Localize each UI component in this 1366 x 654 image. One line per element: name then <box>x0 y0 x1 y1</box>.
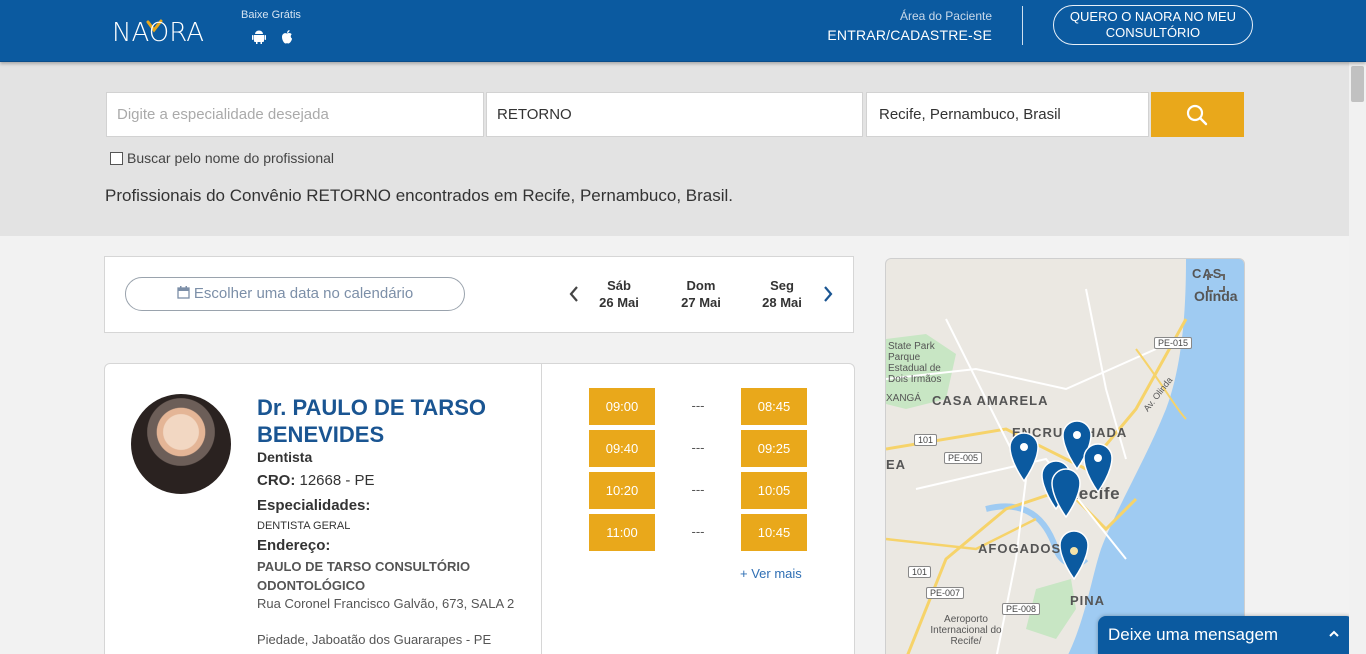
search-by-name-label: Buscar pelo nome do profissional <box>127 150 335 166</box>
slot-button[interactable]: 10:20 <box>589 472 655 509</box>
no-slot: --- <box>691 482 705 497</box>
slot-button[interactable]: 11:00 <box>589 514 655 551</box>
calendar-icon <box>177 286 190 299</box>
day-column-mon: Seg 28 Mai <box>752 277 812 311</box>
date-bar: Escolher uma data no calendário Sáb 26 M… <box>104 256 854 333</box>
login-link[interactable]: ENTRAR/CADASTRE-SE <box>827 27 992 43</box>
android-icon[interactable] <box>251 29 267 45</box>
cro-label: CRO: <box>257 472 296 489</box>
next-days-arrow[interactable] <box>821 284 835 304</box>
naora-logo[interactable]: NAORA <box>112 16 216 48</box>
top-header: NAORA Baixe Grátis Área do Paciente ENTR… <box>0 0 1366 62</box>
slot-button[interactable]: 09:25 <box>741 430 807 467</box>
search-band <box>0 62 1366 236</box>
chat-widget[interactable]: Deixe uma mensagem <box>1098 616 1354 654</box>
day-column-sat: Sáb 26 Mai <box>589 277 649 311</box>
day-weekday: Sáb <box>607 278 631 293</box>
specialties-label: Especialidades: <box>257 497 371 514</box>
day-date: 26 Mai <box>599 295 639 310</box>
day-weekday: Dom <box>686 278 716 293</box>
no-slot: --- <box>691 440 705 455</box>
search-by-name-checkbox[interactable] <box>110 151 123 165</box>
slot-button[interactable]: 10:05 <box>741 472 807 509</box>
professional-name[interactable]: Dr. PAULO DE TARSO BENEVIDES <box>257 394 537 448</box>
calendar-button-label: Escolher uma data no calendário <box>193 285 414 302</box>
slot-button[interactable]: 08:45 <box>741 388 807 425</box>
specialty-input[interactable]: Digite a especialidade desejada <box>106 92 484 137</box>
city-address: Piedade, Jaboatão dos Guararapes - PE <box>257 632 492 647</box>
cro-line: CRO: 12668 - PE <box>257 472 375 489</box>
insurance-input[interactable]: RETORNO <box>486 92 863 137</box>
page-scrollbar[interactable] <box>1349 62 1366 654</box>
street-address: Rua Coronel Francisco Galvão, 673, SALA … <box>257 596 515 611</box>
location-input[interactable]: Recife, Pernambuco, Brasil <box>866 92 1149 137</box>
prev-days-arrow[interactable] <box>567 284 581 304</box>
professional-avatar[interactable] <box>131 394 231 494</box>
scrollbar-thumb[interactable] <box>1351 66 1364 102</box>
day-date: 28 Mai <box>762 295 802 310</box>
patient-area-label: Área do Paciente <box>899 9 992 23</box>
chevron-up-icon <box>1329 630 1339 637</box>
clinic-name: PAULO DE TARSO CONSULTÓRIO ODONTOLÓGICO <box>257 559 471 593</box>
day-column-sun: Dom 27 Mai <box>671 277 731 311</box>
slot-button[interactable]: 09:00 <box>589 388 655 425</box>
header-divider <box>1022 6 1023 45</box>
search-button[interactable] <box>1151 92 1244 137</box>
day-weekday: Seg <box>770 278 794 293</box>
chat-label: Deixe uma mensagem <box>1108 625 1279 644</box>
search-by-name-option[interactable]: Buscar pelo nome do profissional <box>110 150 334 166</box>
cro-value: 12668 - PE <box>299 472 375 489</box>
calendar-button[interactable]: Escolher uma data no calendário <box>125 277 465 311</box>
cta-button[interactable]: QUERO O NAORA NO MEU CONSULTÓRIO <box>1053 5 1253 45</box>
no-slot: --- <box>691 524 705 539</box>
logo-text: NAORA <box>112 18 205 48</box>
results-summary: Profissionais do Convênio RETORNO encont… <box>105 186 734 205</box>
results-map[interactable]: CAS Olinda CASA AMARELA ENCRUZILHADA AFO… <box>885 258 1245 654</box>
no-slot: --- <box>691 398 705 413</box>
profession: Dentista <box>257 449 313 465</box>
day-date: 27 Mai <box>681 295 721 310</box>
slot-button[interactable]: 09:40 <box>589 430 655 467</box>
apple-icon[interactable] <box>279 29 295 45</box>
specialties-value: DENTISTA GERAL <box>257 520 351 532</box>
download-label: Baixe Grátis <box>241 9 301 21</box>
map-markers <box>1009 420 1113 581</box>
card-divider <box>541 363 542 654</box>
see-more-link[interactable]: + Ver mais <box>740 566 802 581</box>
search-icon <box>1186 104 1208 126</box>
address-label: Endereço: <box>257 537 331 554</box>
slot-button[interactable]: 10:45 <box>741 514 807 551</box>
